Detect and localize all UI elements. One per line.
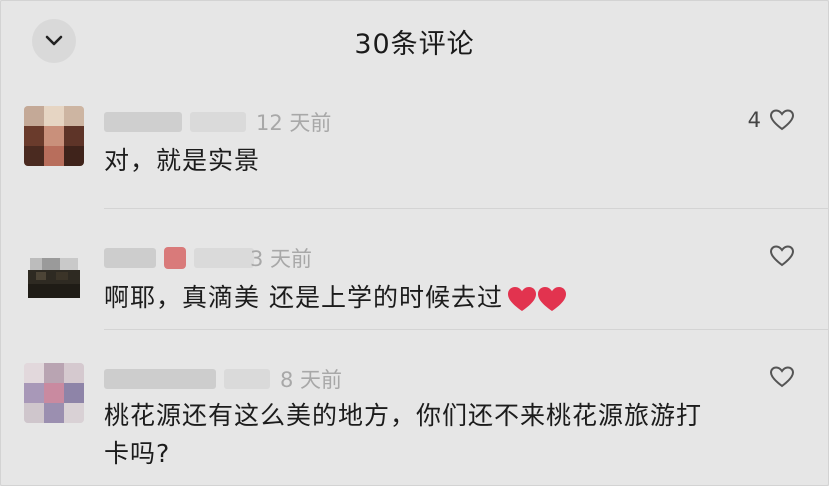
avatar[interactable] [24, 106, 84, 166]
username-blurred[interactable] [104, 112, 182, 132]
comment-meta: 8 天前 [104, 364, 342, 394]
comment-time: 12 天前 [256, 111, 332, 135]
heart-emoji-icon [537, 287, 566, 311]
comments-header: 30条评论 [0, 0, 829, 84]
comment-time: 8 天前 [280, 368, 343, 392]
like-button[interactable] [769, 244, 795, 268]
heart-outline-icon [769, 245, 795, 267]
avatar[interactable] [24, 363, 84, 423]
location-blurred [224, 369, 270, 389]
comments-title: 30条评论 [354, 29, 475, 60]
comment-text-body: 啊耶，真滴美 还是上学的时候去过 [104, 283, 503, 312]
heart-emoji-icon [507, 287, 536, 311]
comment-time: 3 天前 [250, 247, 313, 271]
heart-outline-icon [769, 109, 795, 131]
like-button[interactable] [769, 365, 795, 389]
comment-text: 啊耶，真滴美 还是上学的时候去过 [104, 279, 567, 317]
heart-emoji-group [507, 285, 567, 313]
location-blurred [190, 112, 246, 132]
username-blurred[interactable] [104, 369, 216, 389]
comment-text-line: 桃花源还有这么美的地方，你们还不来桃花源旅游打 [104, 401, 703, 430]
divider [104, 208, 829, 209]
comment-meta: 12 天前 [104, 107, 331, 137]
comment-text: 桃花源还有这么美的地方，你们还不来桃花源旅游打 卡吗? [104, 397, 702, 473]
heart-outline-icon [769, 366, 795, 388]
like-count: 4 [747, 108, 761, 132]
location-blurred [194, 248, 254, 268]
avatar[interactable] [24, 254, 84, 302]
like-button[interactable]: 4 [748, 108, 795, 132]
comment-text: 对，就是实景 [104, 146, 261, 175]
username-blurred[interactable] [104, 248, 156, 268]
comment-meta: 3 天前 [104, 243, 312, 273]
divider [104, 329, 829, 330]
avatar-badge-blurred [164, 247, 186, 269]
comment-text-line: 卡吗? [104, 439, 171, 468]
